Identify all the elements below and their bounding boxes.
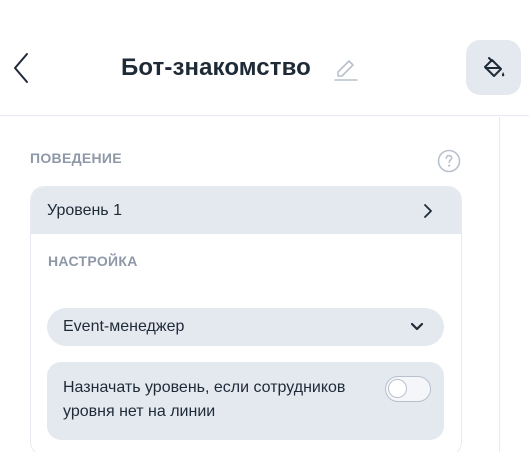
paint-tool-button[interactable] — [466, 40, 521, 95]
role-select-value: Event-менеджер — [63, 318, 185, 335]
level-label: Уровень 1 — [47, 201, 122, 219]
toggle-knob — [388, 379, 407, 398]
level-row[interactable]: Уровень 1 — [31, 187, 461, 234]
back-button[interactable] — [10, 50, 32, 86]
page-title: Бот-знакомство — [121, 54, 311, 81]
behavior-section-label: ПОВЕДЕНИЕ — [30, 150, 122, 166]
chevron-right-icon — [424, 204, 432, 218]
divider — [499, 117, 500, 452]
title-group: Бот-знакомство — [121, 52, 359, 84]
assign-level-toggle[interactable] — [385, 376, 431, 402]
chevron-left-icon — [14, 53, 28, 83]
pencil-icon[interactable] — [333, 56, 359, 82]
header-bar: Бот-знакомство — [0, 0, 529, 116]
role-select[interactable]: Event-менеджер — [47, 308, 444, 346]
settings-section-label: НАСТРОЙКА — [48, 253, 138, 269]
assign-level-label: Назначать уровень, если сотрудников уров… — [63, 379, 346, 420]
chevron-down-icon — [410, 322, 424, 331]
assign-level-setting: Назначать уровень, если сотрудников уров… — [47, 362, 444, 440]
question-circle-icon[interactable] — [437, 149, 461, 173]
paint-bucket-icon — [483, 56, 504, 77]
behavior-panel: Уровень 1 НАСТРОЙКА Event-менеджер Назна… — [30, 186, 462, 452]
